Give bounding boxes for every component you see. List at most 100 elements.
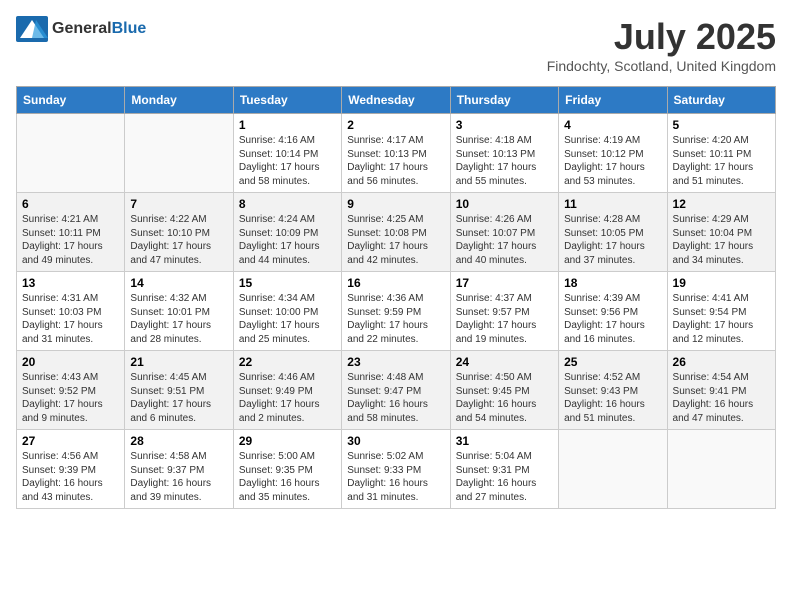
day-info: Sunrise: 5:04 AMSunset: 9:31 PMDaylight:… — [456, 450, 553, 504]
table-row: 15 Sunrise: 4:34 AMSunset: 10:00 PMDaylig… — [233, 272, 341, 351]
day-info: Sunrise: 4:32 AMSunset: 10:01 PMDaylight… — [130, 292, 227, 346]
table-row — [125, 114, 233, 193]
day-info: Sunrise: 4:20 AMSunset: 10:11 PMDaylight… — [673, 134, 770, 188]
table-row: 12 Sunrise: 4:29 AMSunset: 10:04 PMDaylig… — [667, 193, 775, 272]
day-info: Sunrise: 4:18 AMSunset: 10:13 PMDaylight… — [456, 134, 553, 188]
day-number: 11 — [564, 197, 661, 211]
day-info: Sunrise: 4:31 AMSunset: 10:03 PMDaylight… — [22, 292, 119, 346]
table-row: 30 Sunrise: 5:02 AMSunset: 9:33 PMDayligh… — [342, 430, 450, 509]
table-row: 22 Sunrise: 4:46 AMSunset: 9:49 PMDayligh… — [233, 351, 341, 430]
day-number: 18 — [564, 276, 661, 290]
day-number: 27 — [22, 434, 119, 448]
day-number: 26 — [673, 355, 770, 369]
day-number: 31 — [456, 434, 553, 448]
table-row: 9Sunrise: 4:25 AMSunset: 10:08 PMDayligh… — [342, 193, 450, 272]
day-info: Sunrise: 4:36 AMSunset: 9:59 PMDaylight:… — [347, 292, 444, 346]
day-info: Sunrise: 4:24 AMSunset: 10:09 PMDaylight… — [239, 213, 336, 267]
logo-general: General — [52, 20, 112, 37]
table-row: 3 Sunrise: 4:18 AMSunset: 10:13 PMDayligh… — [450, 114, 558, 193]
day-info: Sunrise: 4:34 AMSunset: 10:00 PMDaylight… — [239, 292, 336, 346]
calendar-week-row: 13 Sunrise: 4:31 AMSunset: 10:03 PMDaylig… — [17, 272, 776, 351]
day-number: 13 — [22, 276, 119, 290]
title-block: July 2025 Findochty, Scotland, United Ki… — [547, 16, 776, 74]
table-row: 7Sunrise: 4:22 AMSunset: 10:10 PMDayligh… — [125, 193, 233, 272]
table-row: 16 Sunrise: 4:36 AMSunset: 9:59 PMDayligh… — [342, 272, 450, 351]
logo-blue: Blue — [112, 20, 147, 37]
table-row: 28Sunrise: 4:58 AMSunset: 9:37 PMDayligh… — [125, 430, 233, 509]
day-number: 5 — [673, 118, 770, 132]
day-info: Sunrise: 4:46 AMSunset: 9:49 PMDaylight:… — [239, 371, 336, 425]
day-number: 6 — [22, 197, 119, 211]
table-row: 19Sunrise: 4:41 AMSunset: 9:54 PMDayligh… — [667, 272, 775, 351]
calendar-header-row: Sunday Monday Tuesday Wednesday Thursday… — [17, 87, 776, 114]
table-row: 25 Sunrise: 4:52 AMSunset: 9:43 PMDayligh… — [559, 351, 667, 430]
col-sunday: Sunday — [17, 87, 125, 114]
day-number: 20 — [22, 355, 119, 369]
table-row: 1 Sunrise: 4:16 AMSunset: 10:14 PMDayligh… — [233, 114, 341, 193]
day-info: Sunrise: 4:17 AMSunset: 10:13 PMDaylight… — [347, 134, 444, 188]
page-header: GeneralBlue July 2025 Findochty, Scotlan… — [16, 16, 776, 74]
day-number: 16 — [347, 276, 444, 290]
table-row: 17 Sunrise: 4:37 AMSunset: 9:57 PMDayligh… — [450, 272, 558, 351]
table-row: 24Sunrise: 4:50 AMSunset: 9:45 PMDayligh… — [450, 351, 558, 430]
day-info: Sunrise: 4:28 AMSunset: 10:05 PMDaylight… — [564, 213, 661, 267]
day-number: 2 — [347, 118, 444, 132]
logo: GeneralBlue — [16, 16, 146, 42]
calendar-week-row: 1 Sunrise: 4:16 AMSunset: 10:14 PMDayligh… — [17, 114, 776, 193]
day-info: Sunrise: 4:29 AMSunset: 10:04 PMDaylight… — [673, 213, 770, 267]
day-info: Sunrise: 4:48 AMSunset: 9:47 PMDaylight:… — [347, 371, 444, 425]
day-number: 28 — [130, 434, 227, 448]
day-number: 25 — [564, 355, 661, 369]
col-tuesday: Tuesday — [233, 87, 341, 114]
calendar-week-row: 27 Sunrise: 4:56 AMSunset: 9:39 PMDayligh… — [17, 430, 776, 509]
day-info: Sunrise: 4:41 AMSunset: 9:54 PMDaylight:… — [673, 292, 770, 346]
day-number: 29 — [239, 434, 336, 448]
col-wednesday: Wednesday — [342, 87, 450, 114]
day-info: Sunrise: 4:37 AMSunset: 9:57 PMDaylight:… — [456, 292, 553, 346]
day-info: Sunrise: 4:50 AMSunset: 9:45 PMDaylight:… — [456, 371, 553, 425]
day-info: Sunrise: 4:52 AMSunset: 9:43 PMDaylight:… — [564, 371, 661, 425]
day-number: 4 — [564, 118, 661, 132]
day-number: 22 — [239, 355, 336, 369]
day-number: 15 — [239, 276, 336, 290]
day-number: 17 — [456, 276, 553, 290]
day-info: Sunrise: 5:02 AMSunset: 9:33 PMDaylight:… — [347, 450, 444, 504]
table-row: 2 Sunrise: 4:17 AMSunset: 10:13 PMDayligh… — [342, 114, 450, 193]
calendar-table: Sunday Monday Tuesday Wednesday Thursday… — [16, 86, 776, 509]
table-row: 23 Sunrise: 4:48 AMSunset: 9:47 PMDayligh… — [342, 351, 450, 430]
day-info: Sunrise: 4:19 AMSunset: 10:12 PMDaylight… — [564, 134, 661, 188]
day-info: Sunrise: 4:25 AMSunset: 10:08 PMDaylight… — [347, 213, 444, 267]
col-friday: Friday — [559, 87, 667, 114]
day-info: Sunrise: 5:00 AMSunset: 9:35 PMDaylight:… — [239, 450, 336, 504]
day-info: Sunrise: 4:43 AMSunset: 9:52 PMDaylight:… — [22, 371, 119, 425]
day-number: 1 — [239, 118, 336, 132]
day-number: 14 — [130, 276, 227, 290]
table-row: 18 Sunrise: 4:39 AMSunset: 9:56 PMDayligh… — [559, 272, 667, 351]
table-row: 31 Sunrise: 5:04 AMSunset: 9:31 PMDayligh… — [450, 430, 558, 509]
day-info: Sunrise: 4:54 AMSunset: 9:41 PMDaylight:… — [673, 371, 770, 425]
calendar-week-row: 20 Sunrise: 4:43 AMSunset: 9:52 PMDayligh… — [17, 351, 776, 430]
col-thursday: Thursday — [450, 87, 558, 114]
day-info: Sunrise: 4:16 AMSunset: 10:14 PMDaylight… — [239, 134, 336, 188]
table-row — [17, 114, 125, 193]
table-row: 10Sunrise: 4:26 AMSunset: 10:07 PMDaylig… — [450, 193, 558, 272]
day-info: Sunrise: 4:39 AMSunset: 9:56 PMDaylight:… — [564, 292, 661, 346]
subtitle: Findochty, Scotland, United Kingdom — [547, 58, 776, 74]
day-info: Sunrise: 4:22 AMSunset: 10:10 PMDaylight… — [130, 213, 227, 267]
month-title: July 2025 — [547, 16, 776, 58]
day-number: 8 — [239, 197, 336, 211]
table-row: 11 Sunrise: 4:28 AMSunset: 10:05 PMDaylig… — [559, 193, 667, 272]
day-info: Sunrise: 4:56 AMSunset: 9:39 PMDaylight:… — [22, 450, 119, 504]
day-number: 12 — [673, 197, 770, 211]
table-row: 8 Sunrise: 4:24 AMSunset: 10:09 PMDayligh… — [233, 193, 341, 272]
col-monday: Monday — [125, 87, 233, 114]
day-number: 3 — [456, 118, 553, 132]
day-number: 23 — [347, 355, 444, 369]
day-number: 30 — [347, 434, 444, 448]
table-row: 27 Sunrise: 4:56 AMSunset: 9:39 PMDayligh… — [17, 430, 125, 509]
day-info: Sunrise: 4:21 AMSunset: 10:11 PMDaylight… — [22, 213, 119, 267]
table-row: 13 Sunrise: 4:31 AMSunset: 10:03 PMDaylig… — [17, 272, 125, 351]
col-saturday: Saturday — [667, 87, 775, 114]
day-info: Sunrise: 4:45 AMSunset: 9:51 PMDaylight:… — [130, 371, 227, 425]
logo-icon — [16, 16, 48, 42]
